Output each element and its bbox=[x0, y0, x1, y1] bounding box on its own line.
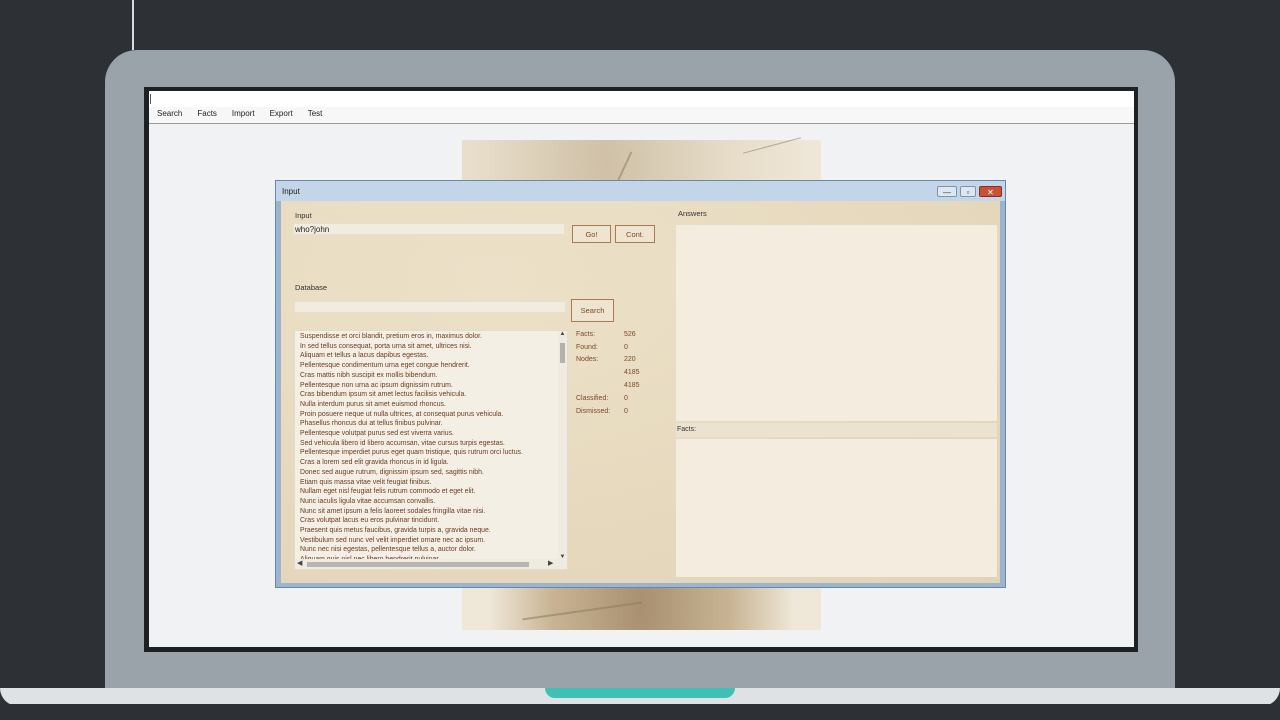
input-dialog: Input — ▫ ✕ Input Go! Cont. Database Sea… bbox=[275, 180, 1006, 588]
extra-value-1: 4185 bbox=[624, 369, 640, 376]
input-label: Input bbox=[295, 211, 312, 220]
found-value: 0 bbox=[624, 344, 628, 351]
facts-count-label: Facts: bbox=[576, 331, 596, 338]
desk bbox=[0, 704, 1280, 720]
maximize-button[interactable]: ▫ bbox=[960, 186, 976, 197]
extra-value-2: 4185 bbox=[624, 382, 640, 389]
go-button[interactable]: Go! bbox=[572, 225, 611, 243]
app-titlebar bbox=[149, 91, 1134, 108]
list-item[interactable]: Donec sed augue rutrum, dignissim ipsum … bbox=[300, 468, 558, 478]
found-label: Found: bbox=[576, 344, 598, 351]
dismissed-label: Dismissed: bbox=[576, 408, 611, 415]
classified-label: Classified: bbox=[576, 395, 609, 402]
list-item[interactable]: Praesent quis metus faucibus, gravida tu… bbox=[300, 526, 558, 536]
classified-value: 0 bbox=[624, 395, 628, 402]
horizontal-scroll-thumb[interactable] bbox=[307, 562, 529, 567]
list-item[interactable]: Pellentesque volutpat purus sed est vive… bbox=[300, 429, 558, 439]
dialog-title: Input bbox=[282, 187, 300, 196]
list-item[interactable]: Cras mattis nibh suscipit ex mollis bibe… bbox=[300, 371, 558, 381]
sketch-stroke bbox=[742, 137, 802, 154]
database-label: Database bbox=[295, 283, 328, 292]
dialog-body: Input Go! Cont. Database Search Suspendi… bbox=[281, 201, 1000, 583]
vertical-scroll-thumb[interactable] bbox=[560, 343, 565, 363]
dialog-titlebar[interactable]: Input — ▫ ✕ bbox=[276, 181, 1005, 201]
list-item[interactable]: Cras volutpat lacus eu eros pulvinar tin… bbox=[300, 516, 558, 526]
minimize-button[interactable]: — bbox=[937, 186, 957, 197]
list-item[interactable]: Cras a lorem sed elit gravida rhoncus in… bbox=[300, 458, 558, 468]
text-caret bbox=[150, 94, 151, 104]
list-item[interactable]: Cras bibendum ipsum sit amet lectus faci… bbox=[300, 390, 558, 400]
laptop-hinge bbox=[545, 688, 735, 698]
list-item[interactable]: Phasellus rhoncus dui at tellus finibus … bbox=[300, 419, 558, 429]
menu-search[interactable]: Search bbox=[149, 107, 189, 123]
close-button[interactable]: ✕ bbox=[979, 186, 1002, 197]
menu-export[interactable]: Export bbox=[262, 107, 300, 123]
list-item[interactable]: Pellentesque imperdiet purus eget quam t… bbox=[300, 448, 558, 458]
list-item[interactable]: Sed vehicula libero id libero accumsan, … bbox=[300, 439, 558, 449]
list-item[interactable]: Pellentesque non urna ac ipsum dignissim… bbox=[300, 381, 558, 391]
database-list[interactable]: Suspendisse et orci blandit, pretium ero… bbox=[294, 330, 568, 570]
database-search-input[interactable] bbox=[294, 301, 566, 313]
list-item[interactable]: Nunc sit amet ipsum a felis laoreet soda… bbox=[300, 507, 558, 517]
list-item[interactable]: Nunc iaculis ligula vitae accumsan conva… bbox=[300, 497, 558, 507]
facts-panel-header: Facts: bbox=[676, 423, 997, 437]
nodes-label: Nodes: bbox=[576, 356, 599, 363]
sketch-stroke bbox=[522, 601, 642, 621]
list-item[interactable]: Aliquam et tellus a lacus dapibus egesta… bbox=[300, 351, 558, 361]
scroll-right-icon[interactable]: ▶ bbox=[548, 559, 553, 567]
dismissed-value: 0 bbox=[624, 408, 628, 415]
horizontal-scrollbar[interactable]: ◀ ▶ bbox=[295, 559, 567, 569]
answers-panel[interactable] bbox=[676, 225, 997, 421]
database-lines: Suspendisse et orci blandit, pretium ero… bbox=[300, 332, 558, 565]
cont-button[interactable]: Cont. bbox=[615, 225, 655, 243]
menu-test[interactable]: Test bbox=[300, 107, 330, 123]
list-item[interactable]: Proin posuere neque ut nulla ultrices, a… bbox=[300, 410, 558, 420]
vertical-scrollbar[interactable]: ▲ ▼ bbox=[558, 331, 567, 560]
facts-panel[interactable] bbox=[676, 439, 997, 577]
list-item[interactable]: In sed tellus consequat, porta urna sit … bbox=[300, 342, 558, 352]
list-item[interactable]: Vestibulum sed nunc vel velit imperdiet … bbox=[300, 536, 558, 546]
scroll-up-icon[interactable]: ▲ bbox=[558, 331, 567, 337]
list-item[interactable]: Nulla interdum purus sit amet euismod rh… bbox=[300, 400, 558, 410]
list-item[interactable]: Suspendisse et orci blandit, pretium ero… bbox=[300, 332, 558, 342]
menu-import[interactable]: Import bbox=[224, 107, 262, 123]
list-item[interactable]: Nunc nec nisi egestas, pellentesque tell… bbox=[300, 545, 558, 555]
menu-facts[interactable]: Facts bbox=[189, 107, 224, 123]
query-input[interactable] bbox=[293, 223, 565, 235]
list-item[interactable]: Pellentesque condimentum urna eget congu… bbox=[300, 361, 558, 371]
search-button[interactable]: Search bbox=[571, 299, 614, 322]
facts-panel-label: Facts: bbox=[677, 426, 697, 433]
facts-count-value: 526 bbox=[624, 331, 636, 338]
scroll-left-icon[interactable]: ◀ bbox=[297, 559, 302, 567]
answers-label: Answers bbox=[678, 209, 707, 218]
nodes-value: 220 bbox=[624, 356, 636, 363]
menubar: Search Facts Import Export Test bbox=[149, 107, 1134, 124]
cable bbox=[132, 0, 134, 50]
list-item[interactable]: Etiam quis massa vitae velit feugiat fin… bbox=[300, 478, 558, 488]
list-item[interactable]: Nullam eget nisl feugiat felis rutrum co… bbox=[300, 487, 558, 497]
